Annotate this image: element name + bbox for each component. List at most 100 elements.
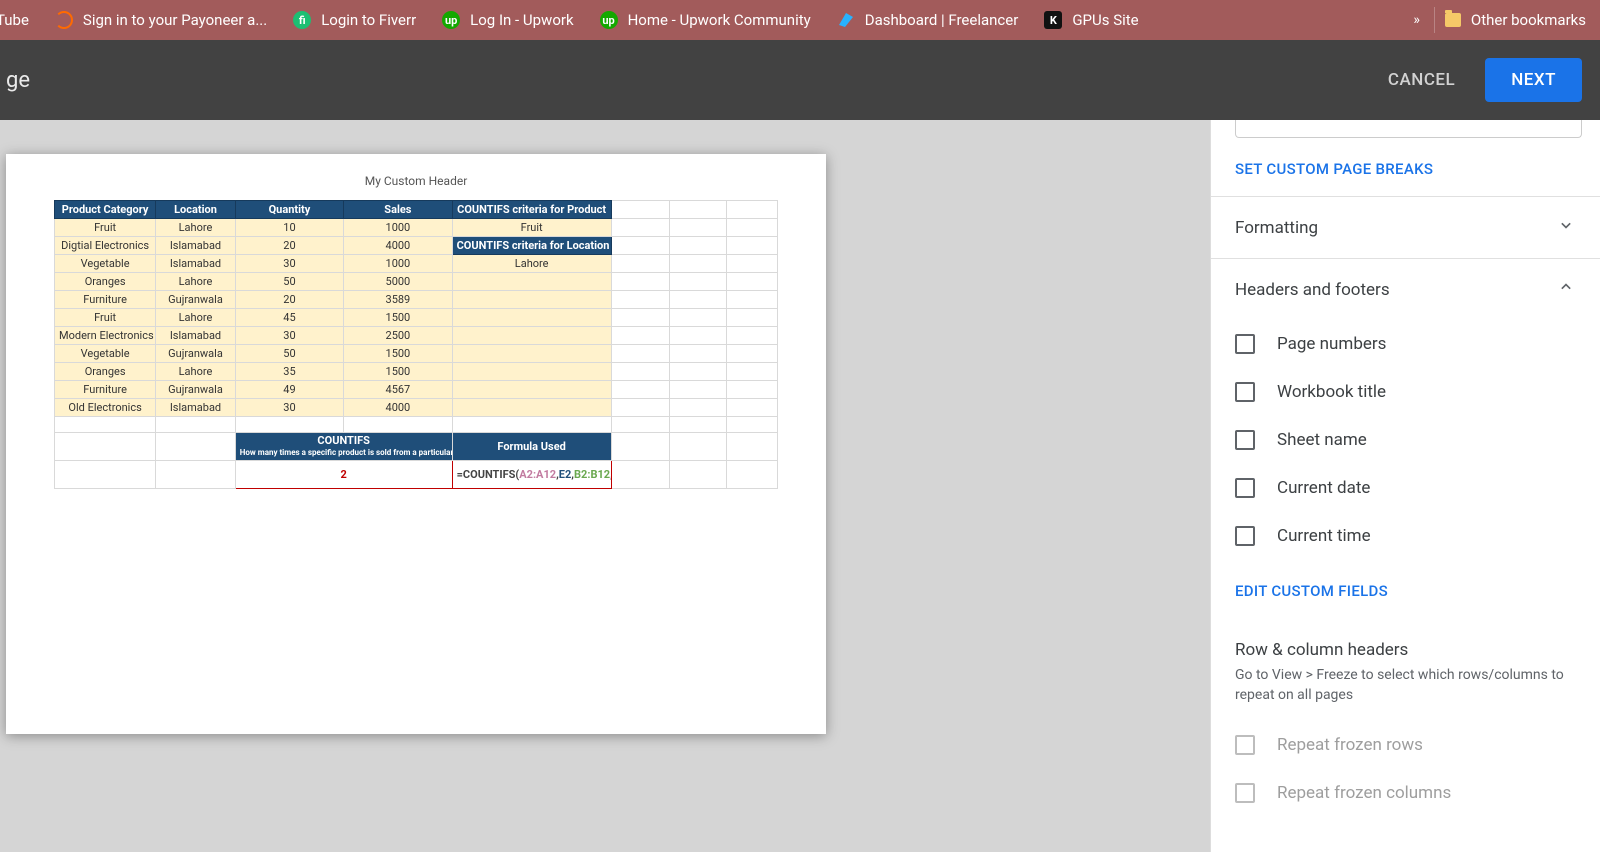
checkbox-icon [1235,334,1255,354]
checkbox-current-date[interactable]: Current date [1235,464,1576,512]
cell: 2500 [344,327,452,345]
cell: 35 [235,363,343,381]
settings-input-fragment[interactable] [1235,120,1582,138]
row-col-help-text: Go to View > Freeze to select which rows… [1235,666,1576,721]
row-col-headers-label: Row & column headers [1235,618,1576,666]
bookmark-label: GPUs Site [1072,11,1138,29]
cell: 30 [235,327,343,345]
cell: Islamabad [156,255,236,273]
cell: Lahore [156,219,236,237]
checkbox-icon [1235,783,1255,803]
cell: 5000 [344,273,452,291]
print-settings-sidebar[interactable]: SET CUSTOM PAGE BREAKS Formatting Header… [1210,120,1600,852]
cell: Old Electronics [55,399,156,417]
cell: 1500 [344,309,452,327]
col-header: Location [156,201,236,219]
bookmark-label: Log In - Upwork [470,11,573,29]
cell: Islamabad [156,327,236,345]
set-custom-page-breaks-link[interactable]: SET CUSTOM PAGE BREAKS [1211,152,1600,196]
countifs-subtitle: How many times a specific product is sol… [240,449,448,458]
cancel-button[interactable]: CANCEL [1382,60,1461,100]
cell: 4567 [344,381,452,399]
checkbox-current-time[interactable]: Current time [1235,512,1576,560]
print-toolbar: ge CANCEL NEXT [0,40,1600,120]
cell: Islamabad [156,399,236,417]
cell: Furniture [55,291,156,309]
formula-used-label: Formula Used [452,433,611,461]
checkbox-label: Repeat frozen rows [1277,735,1423,755]
cell: Digtial Electronics [55,237,156,255]
chevron-down-icon [1556,215,1576,240]
cell: 1000 [344,219,452,237]
cell: Islamabad [156,237,236,255]
cell: Fruit [55,219,156,237]
bookmark-item[interactable]: Sign in to your Payoneer a... [45,7,277,33]
cell: 4000 [344,237,452,255]
cell: 30 [235,255,343,273]
cell: 30 [235,399,343,417]
checkbox-page-numbers[interactable]: Page numbers [1235,320,1576,368]
headers-footers-label: Headers and footers [1235,280,1390,300]
criteria-location-value: Lahore [452,255,611,273]
checkbox-label: Sheet name [1277,430,1367,450]
checkbox-icon [1235,478,1255,498]
cell: 3589 [344,291,452,309]
cell: Lahore [156,273,236,291]
checkbox-label: Page numbers [1277,334,1386,354]
bookmark-item[interactable]: fi Login to Fiverr [283,7,426,33]
checkbox-workbook-title[interactable]: Workbook title [1235,368,1576,416]
freelancer-icon [837,11,855,29]
cell: Lahore [156,309,236,327]
spreadsheet-table: Product Category Location Quantity Sales… [54,200,778,489]
formatting-section-toggle[interactable]: Formatting [1211,196,1600,258]
checkbox-label: Workbook title [1277,382,1386,402]
bookmark-item[interactable]: Tube [0,7,39,33]
cell: Lahore [156,363,236,381]
bookmark-item[interactable]: up Log In - Upwork [432,7,583,33]
bookmark-label: Dashboard | Freelancer [865,11,1019,29]
print-preview-page: My Custom Header Product Category Locati… [6,154,826,734]
cell: 4000 [344,399,452,417]
bookmark-label: Login to Fiverr [321,11,416,29]
countifs-title-cell: COUNTIFS How many times a specific produ… [235,433,452,461]
other-bookmarks[interactable]: Other bookmarks [1434,7,1596,33]
chevron-up-icon [1556,277,1576,302]
bookmark-item[interactable]: Dashboard | Freelancer [827,7,1029,33]
cell: Furniture [55,381,156,399]
checkbox-icon [1235,735,1255,755]
countifs-result: 2 [235,460,452,488]
next-button[interactable]: NEXT [1485,58,1582,102]
checkbox-sheet-name[interactable]: Sheet name [1235,416,1576,464]
edit-custom-fields-link[interactable]: EDIT CUSTOM FIELDS [1235,560,1576,618]
col-header: Product Category [55,201,156,219]
headers-footers-toggle[interactable]: Headers and footers [1235,259,1576,320]
cell: 1500 [344,345,452,363]
checkbox-repeat-frozen-rows: Repeat frozen rows [1235,721,1576,769]
cell: Gujranwala [156,291,236,309]
cell: 20 [235,291,343,309]
print-preview-wrap: My Custom Header Product Category Locati… [0,120,826,852]
upwork-icon: up [600,11,618,29]
checkbox-icon [1235,382,1255,402]
bookmark-item[interactable]: up Home - Upwork Community [590,7,821,33]
cell: 1500 [344,363,452,381]
checkbox-icon [1235,526,1255,546]
cell: Gujranwala [156,345,236,363]
bookmark-item[interactable]: K GPUs Site [1034,7,1148,33]
cell: Modern Electronics [55,327,156,345]
bookmark-label: Sign in to your Payoneer a... [83,11,267,29]
cell: 50 [235,273,343,291]
other-bookmarks-label: Other bookmarks [1471,11,1586,29]
formatting-label: Formatting [1235,218,1318,238]
formula-cell: =COUNTIFS(A2:A12,E2,B2:B12,E4) [452,460,611,488]
fiverr-icon: fi [293,11,311,29]
cell: 1000 [344,255,452,273]
criteria-product-label: COUNTIFS criteria for Product [452,201,611,219]
cell: 45 [235,309,343,327]
criteria-location-label: COUNTIFS criteria for Location [452,237,611,255]
bookmarks-overflow-icon[interactable]: » [1397,12,1434,28]
criteria-product-value: Fruit [452,219,611,237]
bookmarks-bar: Tube Sign in to your Payoneer a... fi Lo… [0,0,1600,40]
checkbox-label: Current time [1277,526,1371,546]
col-header: Quantity [235,201,343,219]
